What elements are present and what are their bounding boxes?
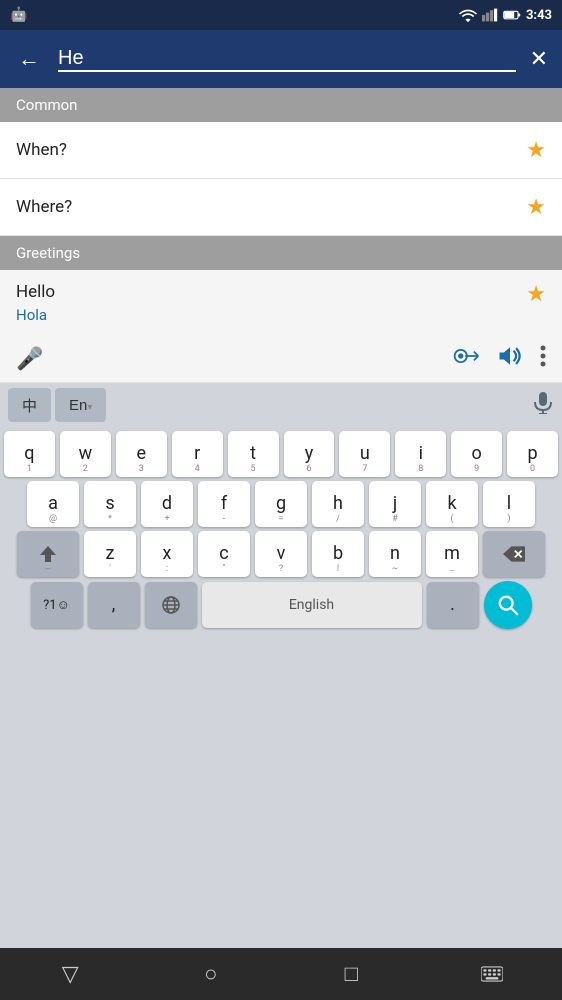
key-globe[interactable] bbox=[145, 582, 197, 628]
keyboard-mic-button[interactable] bbox=[532, 390, 554, 420]
key-f[interactable]: f- bbox=[198, 481, 250, 527]
status-left: 🤖 bbox=[10, 7, 27, 23]
key-x[interactable]: x: bbox=[141, 531, 193, 577]
key-z[interactable]: z' bbox=[84, 531, 136, 577]
star-icon-when[interactable]: ★ bbox=[526, 138, 546, 163]
search-bar: ← ✕ bbox=[0, 30, 562, 88]
key-d[interactable]: d+ bbox=[141, 481, 193, 527]
audio-icons bbox=[452, 344, 546, 374]
key-row-1: q1 w2 e3 r4 t5 y6 u7 i8 o9 p0 bbox=[4, 431, 558, 477]
key-l[interactable]: l) bbox=[483, 481, 535, 527]
android-icon: 🤖 bbox=[10, 7, 27, 23]
key-e[interactable]: e3 bbox=[116, 431, 167, 477]
status-bar: 🤖 3:43 bbox=[0, 0, 562, 30]
keyboard-rows: q1 w2 e3 r4 t5 y6 u7 i8 o9 p0 a@ s* d+ f… bbox=[0, 427, 562, 948]
greetings-item-hello[interactable]: Hello Hola ★ bbox=[0, 270, 562, 336]
list-item-text-where: Where? bbox=[16, 179, 72, 235]
key-v[interactable]: v? bbox=[255, 531, 307, 577]
keyboard-area: 中 En▾ q1 w2 e3 r4 t5 y6 u7 i8 o9 p0 bbox=[0, 383, 562, 948]
nav-home-button[interactable]: ○ bbox=[181, 956, 241, 992]
key-s[interactable]: s* bbox=[84, 481, 136, 527]
more-options-button[interactable] bbox=[540, 344, 546, 374]
section-header-common: Common bbox=[0, 88, 562, 122]
key-q[interactable]: q1 bbox=[4, 431, 55, 477]
nav-keyboard-button[interactable] bbox=[462, 956, 522, 992]
back-button[interactable]: ← bbox=[14, 42, 44, 76]
key-space[interactable]: English bbox=[202, 582, 422, 628]
list-item-when[interactable]: When? ★ bbox=[0, 122, 562, 179]
signal-icon bbox=[482, 8, 498, 22]
key-i[interactable]: i8 bbox=[395, 431, 446, 477]
key-j[interactable]: j# bbox=[369, 481, 421, 527]
english-keyboard-button[interactable]: En▾ bbox=[55, 388, 106, 422]
audio-scan-button[interactable] bbox=[452, 345, 480, 373]
key-search[interactable] bbox=[484, 581, 532, 629]
greeting-translation: Hola bbox=[16, 306, 55, 324]
key-shift[interactable]: — bbox=[17, 531, 79, 577]
key-u[interactable]: u7 bbox=[339, 431, 390, 477]
key-b[interactable]: b! bbox=[312, 531, 364, 577]
greeting-main: Hello bbox=[16, 282, 55, 302]
chinese-keyboard-button[interactable]: 中 bbox=[8, 388, 51, 422]
key-symbols[interactable]: ?1☺ bbox=[31, 582, 83, 628]
key-m[interactable]: m… bbox=[426, 531, 478, 577]
key-n[interactable]: n~ bbox=[369, 531, 421, 577]
greetings-text-block: Hello Hola bbox=[16, 282, 55, 324]
key-t[interactable]: t5 bbox=[228, 431, 279, 477]
key-y[interactable]: y6 bbox=[284, 431, 335, 477]
key-k[interactable]: k( bbox=[426, 481, 478, 527]
section-header-greetings: Greetings bbox=[0, 236, 562, 270]
key-c[interactable]: c" bbox=[198, 531, 250, 577]
key-row-3: — z' x: c" v? b! n~ m… bbox=[4, 531, 558, 577]
battery-icon bbox=[503, 8, 521, 22]
wifi-icon bbox=[459, 8, 477, 22]
list-item-where[interactable]: Where? ★ bbox=[0, 179, 562, 236]
key-p[interactable]: p0 bbox=[507, 431, 558, 477]
star-icon-hello[interactable]: ★ bbox=[526, 282, 546, 307]
key-comma[interactable]: , bbox=[88, 582, 140, 628]
key-period[interactable]: . bbox=[427, 582, 479, 628]
nav-back-button[interactable]: ▽ bbox=[40, 956, 100, 992]
search-input[interactable] bbox=[58, 47, 516, 70]
search-input-wrapper bbox=[58, 47, 516, 72]
time-display: 3:43 bbox=[526, 8, 552, 23]
key-r[interactable]: r4 bbox=[172, 431, 223, 477]
keyboard-top-row: 中 En▾ bbox=[0, 383, 562, 427]
key-w[interactable]: w2 bbox=[60, 431, 111, 477]
key-g[interactable]: g= bbox=[255, 481, 307, 527]
audio-controls: 🎤 bbox=[0, 336, 562, 383]
star-icon-where[interactable]: ★ bbox=[526, 195, 546, 220]
status-right: 3:43 bbox=[459, 8, 552, 23]
key-a[interactable]: a@ bbox=[27, 481, 79, 527]
bottom-nav: ▽ ○ □ bbox=[0, 948, 562, 1000]
key-row-4: ?1☺ , English . bbox=[4, 581, 558, 629]
key-row-2: a@ s* d+ f- g= h/ j# k( l) bbox=[4, 481, 558, 527]
key-o[interactable]: o9 bbox=[451, 431, 502, 477]
clear-button[interactable]: ✕ bbox=[530, 46, 548, 72]
nav-recents-button[interactable]: □ bbox=[321, 956, 381, 992]
list-item-text-when: When? bbox=[16, 122, 67, 178]
mic-red-icon[interactable]: 🎤 bbox=[16, 347, 43, 372]
key-backspace[interactable] bbox=[483, 531, 545, 577]
audio-speaker-button[interactable] bbox=[496, 345, 524, 373]
key-h[interactable]: h/ bbox=[312, 481, 364, 527]
